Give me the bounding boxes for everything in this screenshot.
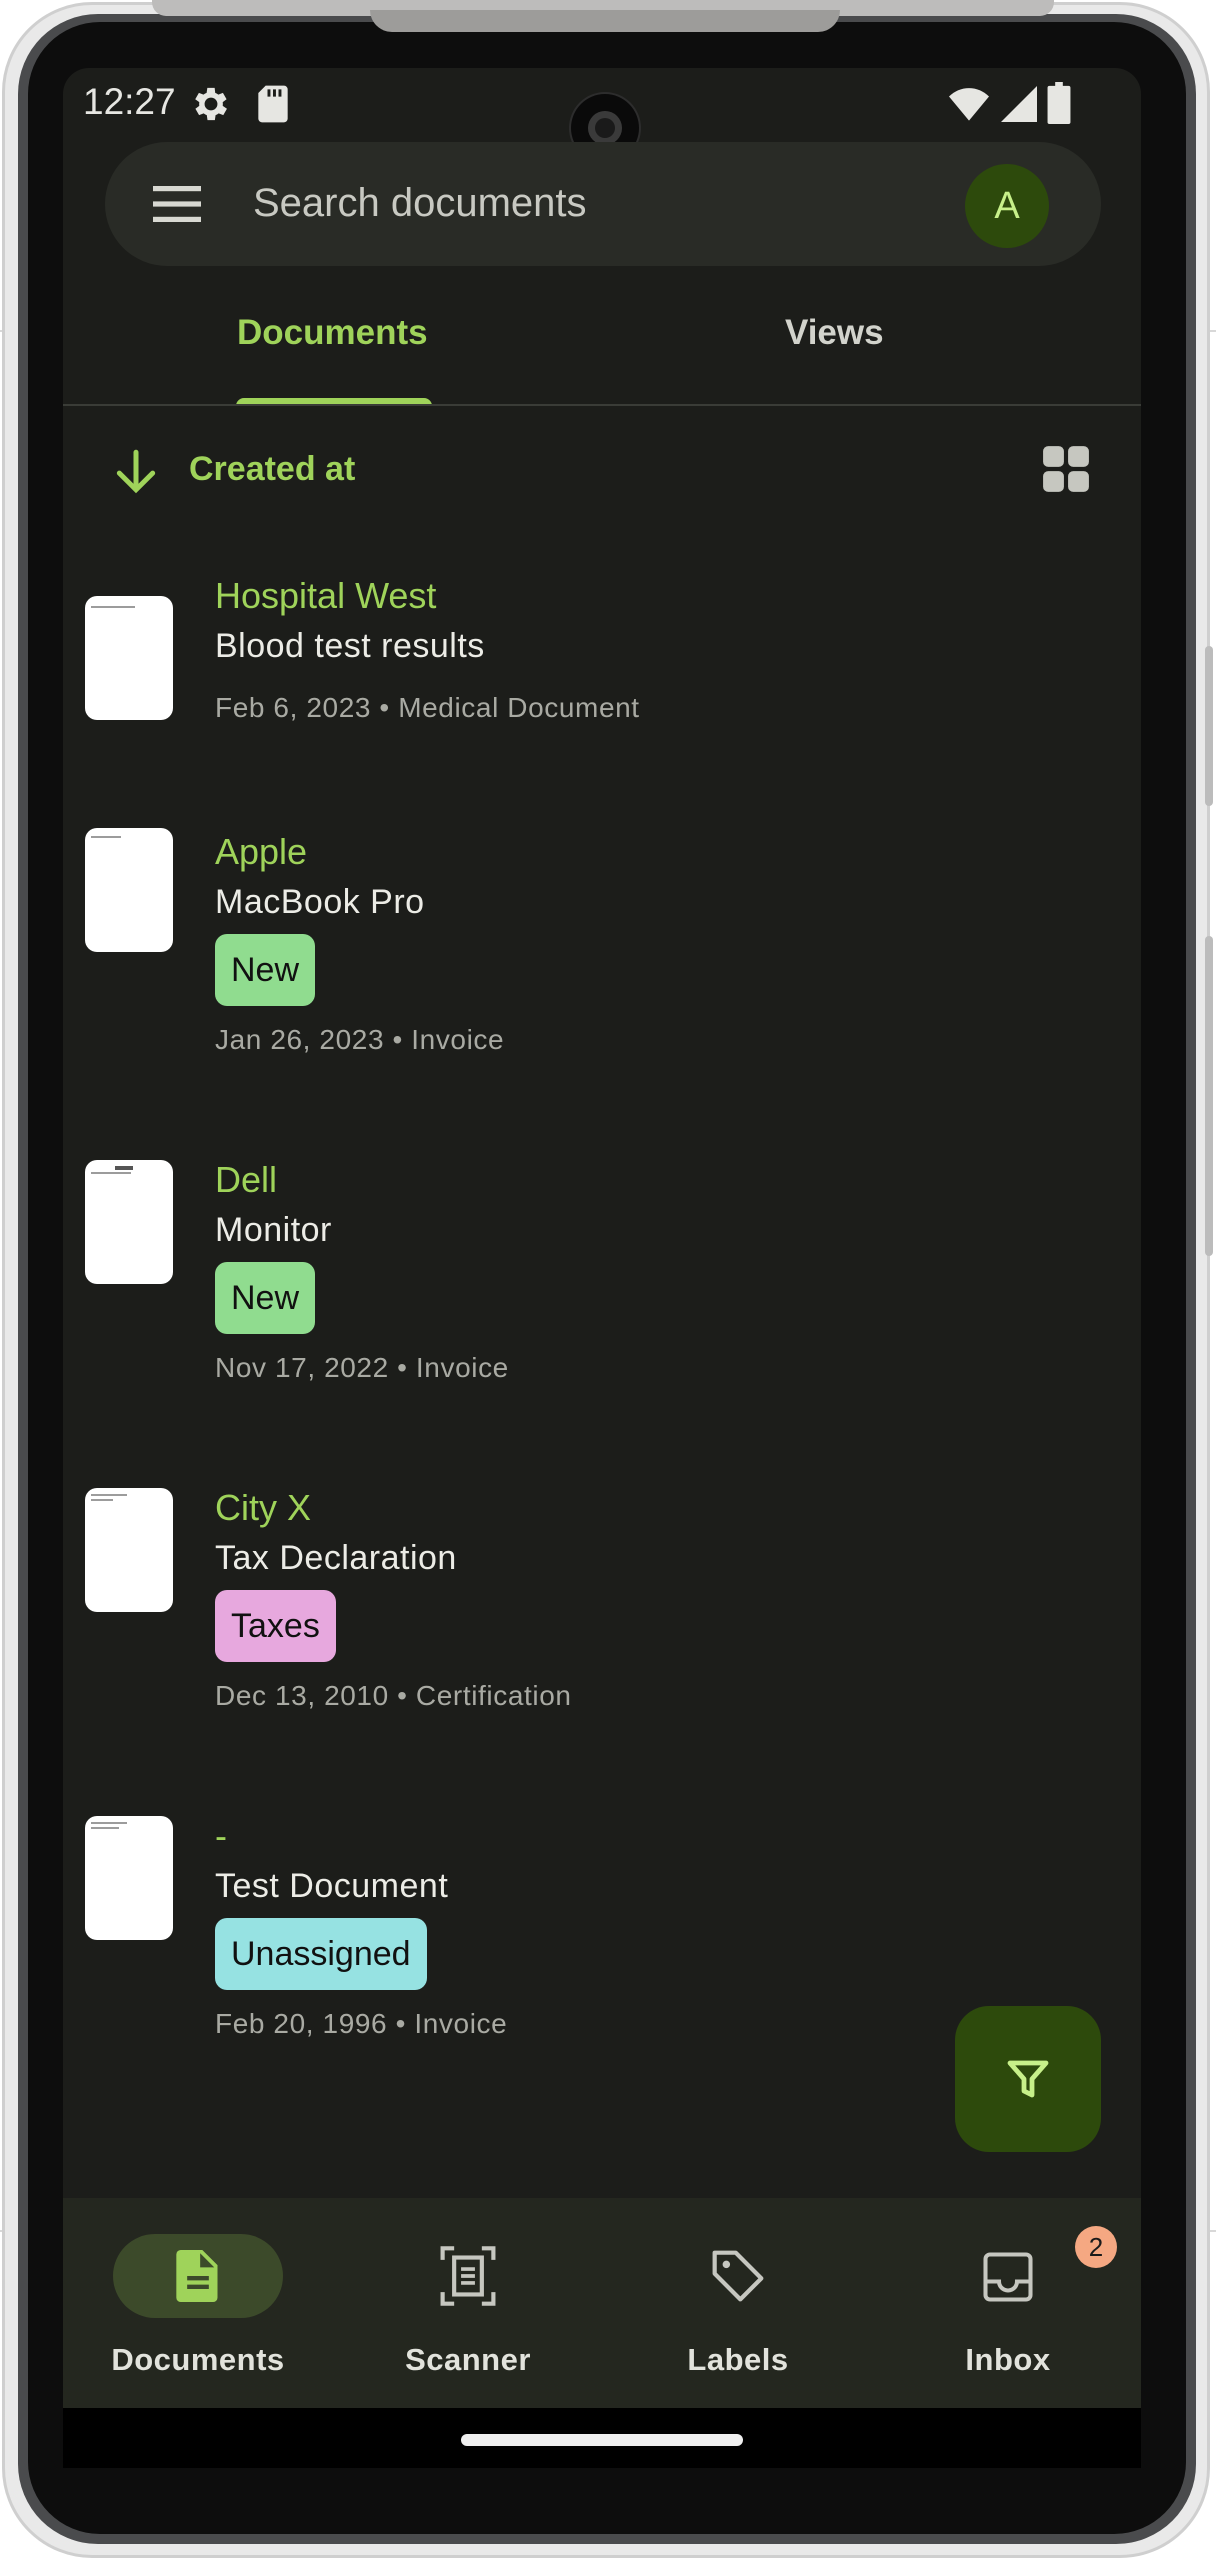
nav-item-labels[interactable]: Labels	[603, 2198, 873, 2408]
filter-icon	[1007, 2060, 1049, 2098]
app-screen: 12:27 Search documents A Documents Views…	[63, 68, 1141, 2468]
bottom-navigation: Documents Scanner Labels 2 Inbox	[63, 2198, 1141, 2408]
document-meta: Feb 6, 2023 • Medical Document	[215, 692, 640, 723]
avatar[interactable]: A	[965, 164, 1049, 248]
inbox-badge: 2	[1075, 2226, 1117, 2268]
tag-chip[interactable]: Taxes	[215, 1590, 336, 1662]
tab-documents-label: Documents	[237, 313, 428, 352]
document-thumbnail	[85, 1488, 173, 1612]
document-meta: Nov 17, 2022 • Invoice	[215, 1352, 509, 1383]
home-gesture-handle[interactable]	[461, 2434, 743, 2446]
arrow-down-icon[interactable]	[111, 446, 161, 496]
document-thumbnail	[85, 1816, 173, 1940]
grid-view-icon[interactable]	[1041, 444, 1091, 494]
search-input[interactable]: Search documents	[253, 172, 587, 234]
nav-label: Labels	[687, 2342, 789, 2377]
document-thumbnail	[85, 596, 173, 720]
document-title: Monitor	[215, 1211, 332, 1249]
sd-card-icon	[258, 85, 288, 123]
tag-chip[interactable]: New	[215, 934, 316, 1006]
document-title: Blood test results	[215, 627, 485, 665]
nav-item-documents[interactable]: Documents	[63, 2198, 333, 2408]
document-list-item[interactable]: City X Tax Declaration Taxes Dec 13, 201…	[63, 1480, 1141, 1780]
document-title: MacBook Pro	[215, 883, 425, 921]
tab-views[interactable]: Views	[602, 308, 1141, 404]
status-time: 12:27	[83, 81, 176, 122]
sort-field-button[interactable]: Created at	[189, 444, 355, 494]
nav-item-inbox[interactable]: 2 Inbox	[873, 2198, 1141, 2408]
document-list-item[interactable]: Dell Monitor New Nov 17, 2022 • Invoice	[63, 1152, 1141, 1452]
scanner-icon	[440, 2246, 496, 2306]
menu-icon[interactable]	[151, 184, 203, 224]
nav-label: Documents	[111, 2342, 285, 2377]
nav-item-scanner[interactable]: Scanner	[333, 2198, 603, 2408]
side-button-volume	[1205, 646, 1213, 806]
tab-documents[interactable]: Documents	[63, 308, 602, 404]
document-thumbnail	[85, 1160, 173, 1284]
battery-icon	[1047, 82, 1071, 124]
phone-top-speaker	[370, 10, 840, 32]
document-correspondent: -	[215, 1815, 227, 1856]
tag-chip[interactable]: New	[215, 1262, 316, 1334]
document-meta: Jan 26, 2023 • Invoice	[215, 1024, 505, 1055]
tab-views-label: Views	[785, 313, 884, 352]
document-list-item[interactable]: Hospital West Blood test results Feb 6, …	[63, 568, 1141, 798]
inbox-icon	[983, 2252, 1033, 2302]
document-meta: Feb 20, 1996 • Invoice	[215, 2008, 508, 2039]
document-correspondent: Dell	[215, 1159, 278, 1200]
document-title: Test Document	[215, 1867, 449, 1905]
tab-divider	[63, 404, 1141, 406]
document-title: Tax Declaration	[215, 1539, 457, 1577]
nav-label: Scanner	[405, 2342, 531, 2377]
side-button-power	[1205, 936, 1213, 1256]
nav-label: Inbox	[965, 2342, 1051, 2377]
document-icon	[176, 2250, 218, 2302]
document-thumbnail	[85, 828, 173, 952]
document-meta: Dec 13, 2010 • Certification	[215, 1680, 572, 1711]
label-icon	[712, 2250, 764, 2302]
signal-icon	[1001, 86, 1037, 122]
wifi-icon	[949, 88, 989, 121]
settings-gear-icon	[195, 87, 227, 121]
document-correspondent: Apple	[215, 831, 308, 872]
tag-chip[interactable]: Unassigned	[215, 1918, 427, 1990]
document-correspondent: Hospital West	[215, 575, 437, 616]
document-correspondent: City X	[215, 1487, 312, 1528]
document-list-item[interactable]: Apple MacBook Pro New Jan 26, 2023 • Inv…	[63, 824, 1141, 1124]
filter-button[interactable]	[955, 2006, 1101, 2152]
